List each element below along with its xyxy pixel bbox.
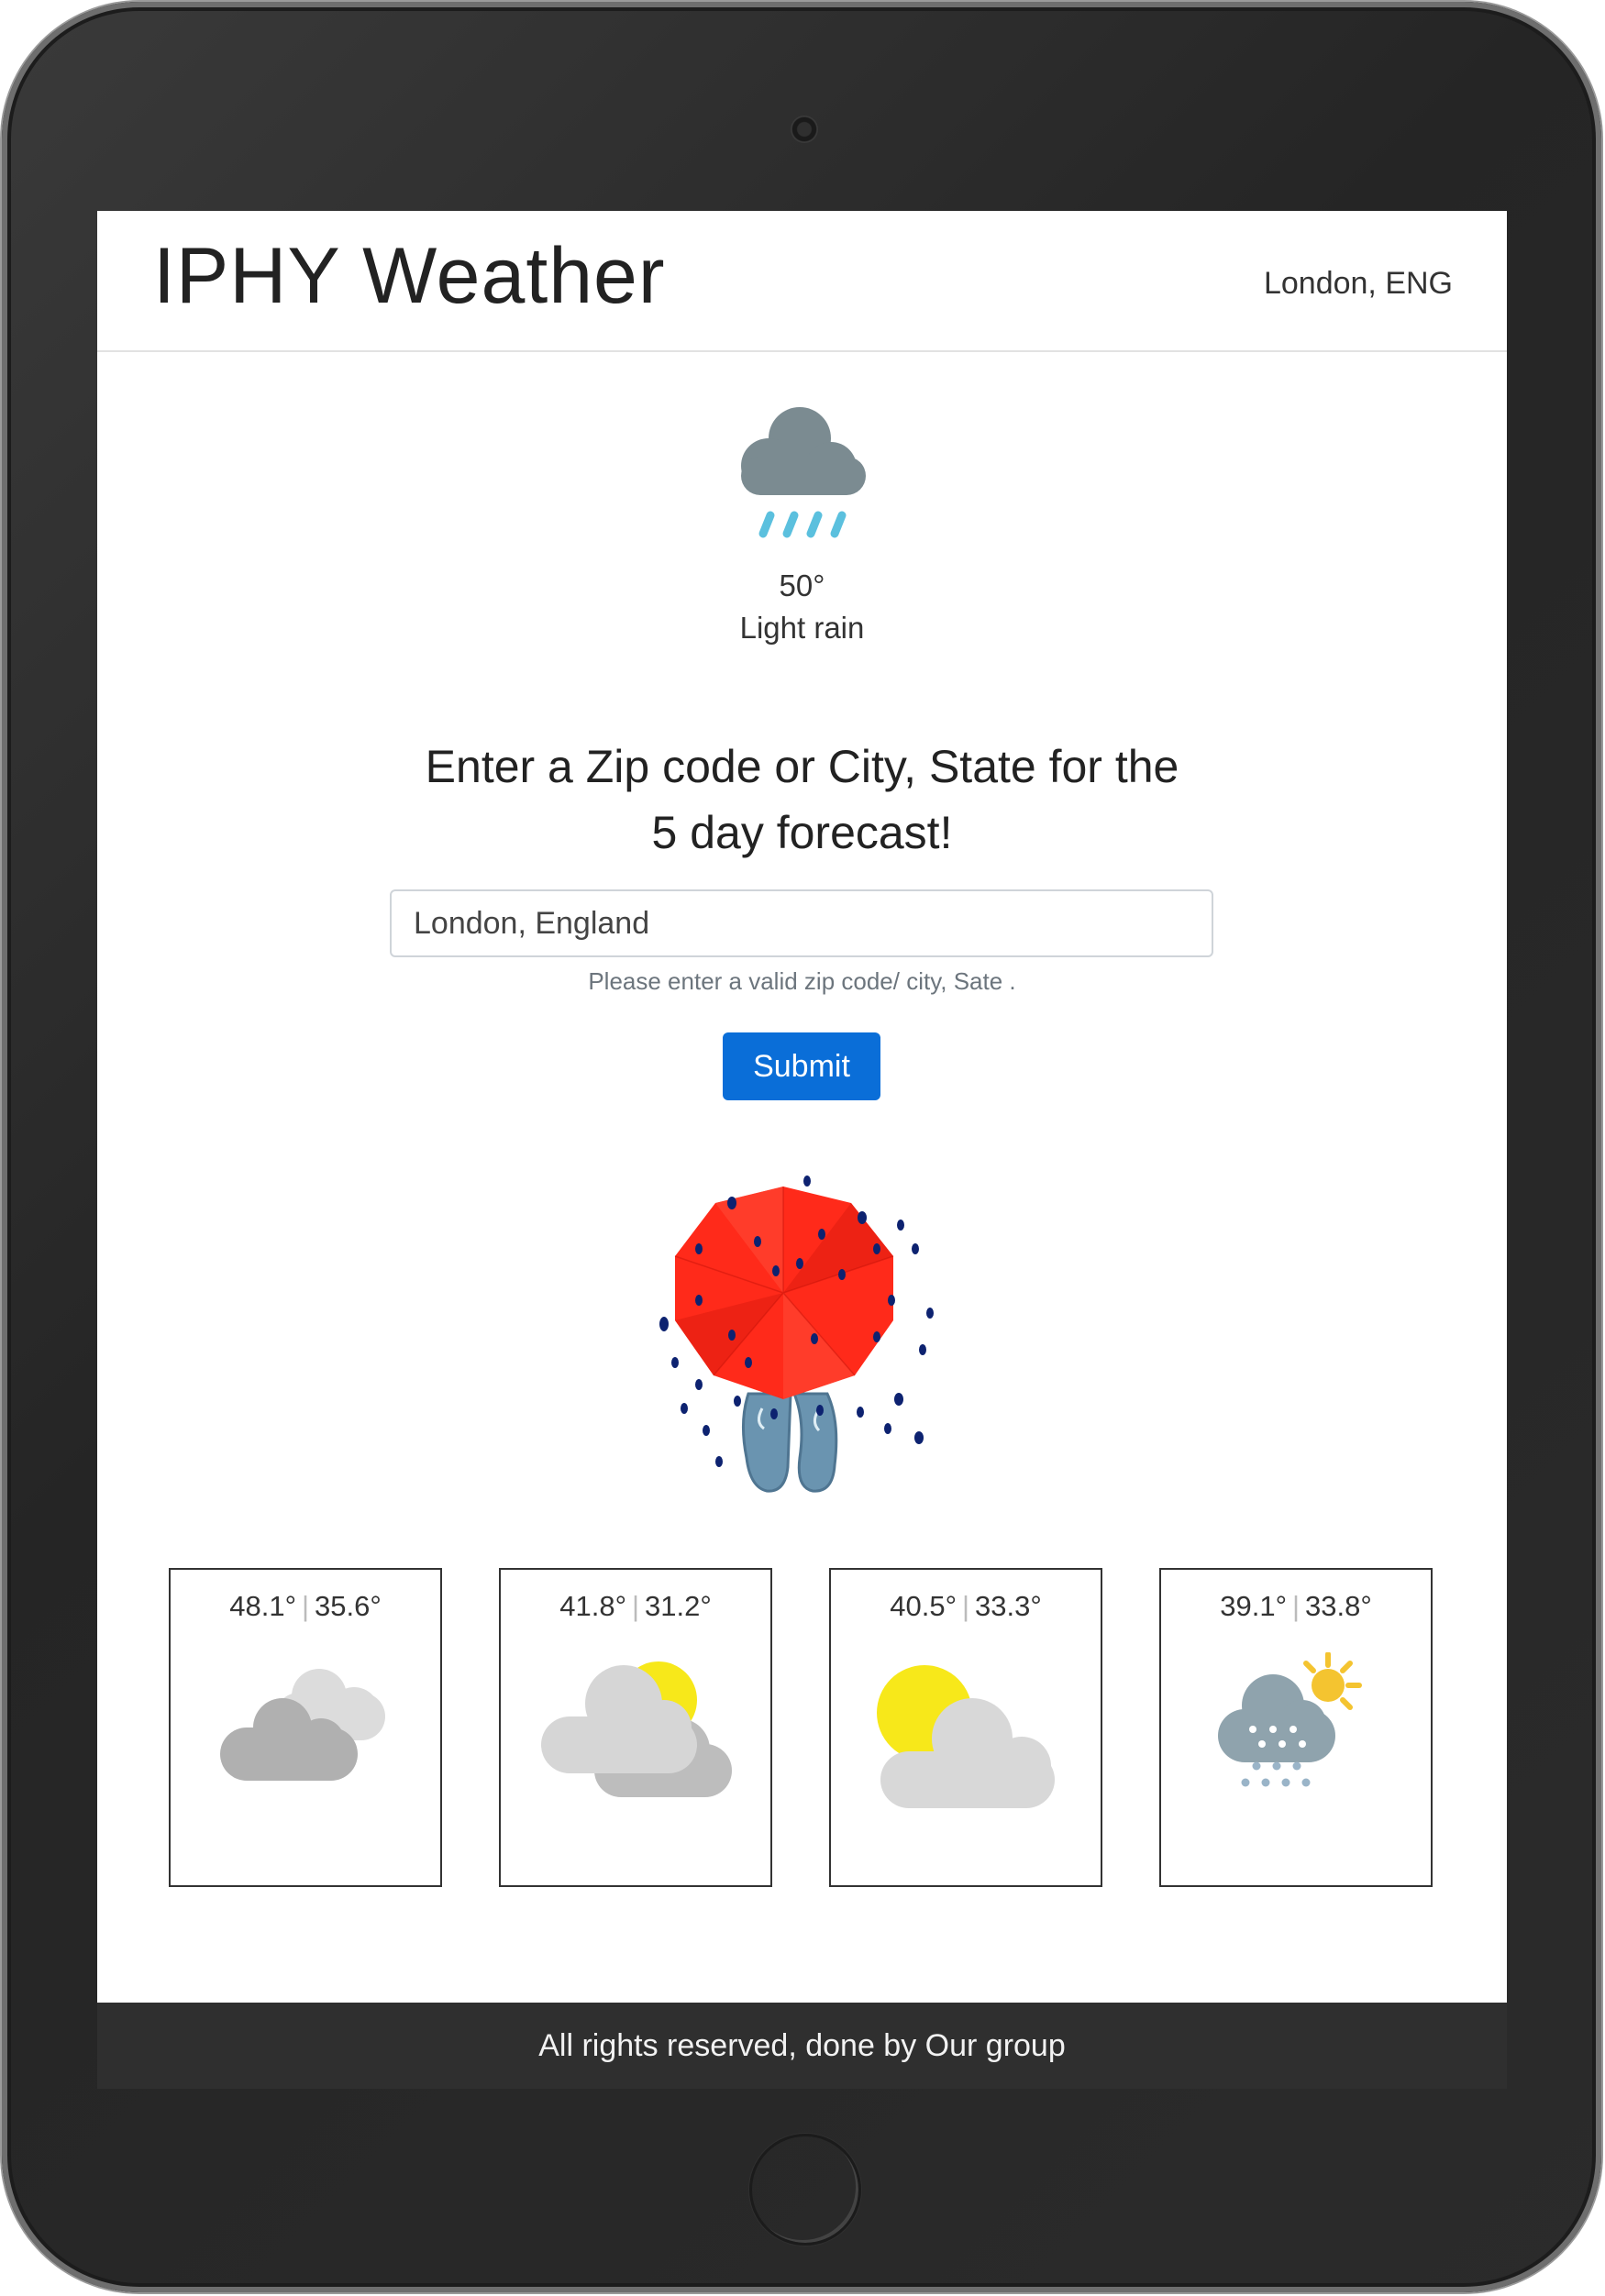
forecast-high: 40.5° bbox=[890, 1590, 957, 1622]
forecast-low: 33.8° bbox=[1305, 1590, 1372, 1622]
camera-icon bbox=[791, 116, 818, 143]
snow-sun-icon bbox=[1218, 1652, 1362, 1787]
forecast-low: 33.3° bbox=[975, 1590, 1042, 1622]
footer-text: All rights reserved, done by Our group bbox=[538, 2027, 1066, 2063]
temp-separator: | bbox=[631, 1590, 640, 1622]
forecast-low: 35.6° bbox=[315, 1590, 382, 1622]
forecast-card[interactable]: 41.8° | 31.2° bbox=[499, 1568, 772, 1887]
cloudy-icon bbox=[220, 1669, 385, 1781]
temp-separator: | bbox=[1291, 1590, 1301, 1622]
forecast-card[interactable]: 40.5° | 33.3° bbox=[829, 1568, 1102, 1887]
submit-button[interactable]: Submit bbox=[723, 1032, 880, 1100]
current-location: London, ENG bbox=[1263, 266, 1453, 301]
validation-hint: Please enter a valid zip code/ city, Sat… bbox=[588, 967, 1016, 995]
temp-separator: | bbox=[961, 1590, 970, 1622]
forecast-cards: 48.1° | 35.6° 41.8° | 31.2° 40.5° | 33.3… bbox=[97, 1568, 1507, 1889]
current-temperature: 50° bbox=[779, 568, 825, 602]
forecast-high: 48.1° bbox=[229, 1590, 296, 1622]
location-search-input[interactable] bbox=[390, 889, 1213, 957]
brand-title[interactable]: IPHY Weather bbox=[153, 231, 666, 322]
partly-cloudy-icon bbox=[541, 1661, 732, 1797]
umbrella-rain-illustration bbox=[659, 1176, 934, 1493]
prompt-line-2: 5 day forecast! bbox=[651, 807, 953, 858]
current-weather: 50° Light rain bbox=[97, 394, 1507, 646]
forecast-card[interactable]: 39.1° | 33.8° bbox=[1159, 1568, 1433, 1887]
prompt-line-1: Enter a Zip code or City, State for the bbox=[425, 741, 1179, 792]
header: IPHY Weather London, ENG bbox=[97, 211, 1507, 352]
home-button[interactable] bbox=[749, 2134, 861, 2246]
app-screen: IPHY Weather London, ENG 50° Light rain … bbox=[97, 211, 1507, 2089]
current-description: Light rain bbox=[739, 611, 865, 645]
forecast-temps: 48.1° | 35.6° bbox=[171, 1590, 440, 1623]
forecast-prompt: Enter a Zip code or City, State for the … bbox=[97, 734, 1507, 866]
forecast-temps: 40.5° | 33.3° bbox=[831, 1590, 1101, 1623]
footer: All rights reserved, done by Our group bbox=[97, 2003, 1507, 2089]
temp-separator: | bbox=[301, 1590, 310, 1622]
forecast-card[interactable]: 48.1° | 35.6° bbox=[169, 1568, 442, 1887]
forecast-temps: 39.1° | 33.8° bbox=[1161, 1590, 1431, 1623]
forecast-high: 41.8° bbox=[559, 1590, 626, 1622]
rain-cloud-icon bbox=[740, 407, 866, 538]
tablet-frame: IPHY Weather London, ENG 50° Light rain … bbox=[2, 2, 1601, 2292]
mostly-sunny-icon bbox=[877, 1665, 1055, 1808]
forecast-temps: 41.8° | 31.2° bbox=[501, 1590, 770, 1623]
forecast-high: 39.1° bbox=[1220, 1590, 1287, 1622]
forecast-low: 31.2° bbox=[645, 1590, 712, 1622]
